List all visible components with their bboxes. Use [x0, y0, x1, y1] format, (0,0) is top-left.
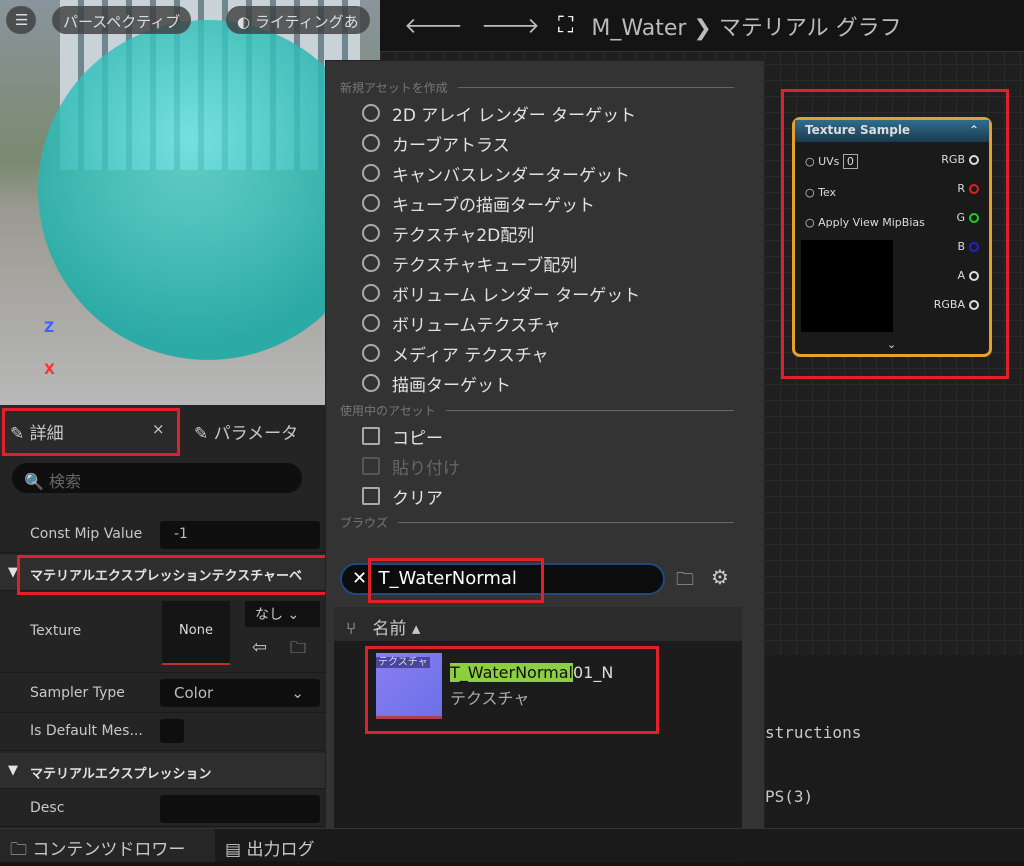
details-panel: ✎ 詳細 × ✎ パラメータ 🔍 検索 Const Mip Value -1 ▼ マテ…	[0, 405, 325, 828]
hamburger-icon[interactable]: ☰	[6, 6, 36, 34]
menu-item-create[interactable]: 描画ターゲット	[326, 368, 764, 398]
texture-slot[interactable]: None	[162, 601, 230, 665]
cube-icon	[362, 224, 380, 242]
menu-item-label: テクスチャキューブ配列	[392, 255, 578, 276]
column-header[interactable]: ⑂ 名前 ▴	[334, 607, 742, 641]
lighting-label: ライティングあ	[254, 13, 359, 31]
cube-icon	[362, 254, 380, 272]
checker-icon	[362, 134, 380, 152]
menu-item-label: ボリュームテクスチャ	[392, 315, 561, 336]
section-current: 使用中のアセット	[326, 399, 764, 421]
trash-icon	[362, 487, 380, 505]
breadcrumb: M_Water ❯ マテリアル グラフ	[591, 10, 901, 42]
breadcrumb-asset[interactable]: M_Water	[591, 16, 686, 41]
menu-item-create[interactable]: キャンバスレンダーターゲット	[326, 158, 764, 188]
section-browse: ブラウズ	[326, 511, 764, 533]
menu-item-create[interactable]: 2D アレイ レンダー ターゲット	[326, 98, 764, 128]
menu-item-create[interactable]: ボリュームテクスチャ	[326, 308, 764, 338]
folder-icon[interactable]: 🗀	[676, 567, 694, 597]
menu-item-create[interactable]: メディア テクスチャ	[326, 338, 764, 368]
menu-item-paste: 貼り付け	[326, 451, 764, 481]
breadcrumb-graph[interactable]: マテリアル グラフ	[719, 16, 902, 41]
axis-z: Z	[44, 320, 55, 336]
menu-item-create[interactable]: カーブアトラス	[326, 128, 764, 158]
menu-item-label: 2D アレイ レンダー ターゲット	[392, 105, 637, 126]
cube-icon	[362, 314, 380, 332]
cube-checker-icon	[362, 194, 380, 212]
highlight-box	[368, 558, 544, 603]
axis-x: X	[44, 362, 55, 378]
settings-icon[interactable]: ⚙	[711, 565, 729, 589]
default-mesh-row: Is Default Mes...	[0, 713, 325, 751]
menu-item-label: ボリューム レンダー ターゲット	[392, 285, 641, 306]
menu-item-create[interactable]: キューブの描画ターゲット	[326, 188, 764, 218]
menu-item-label: メディア テクスチャ	[392, 345, 549, 366]
default-mesh-checkbox[interactable]	[160, 719, 184, 743]
menu-item-label: キューブの描画ターゲット	[392, 195, 595, 216]
tv-icon	[362, 344, 380, 362]
highlight-box	[17, 555, 337, 595]
menu-item-label: テクスチャ2D配列	[392, 225, 535, 246]
checker-icon	[362, 164, 380, 182]
menu-item-clear[interactable]: クリア	[326, 481, 764, 511]
graph-toolbar: 🡐 🡒 ⛶ M_Water ❯ マテリアル グラフ	[380, 0, 1024, 52]
branch-icon: ⑂	[346, 619, 357, 639]
menu-item-copy[interactable]: コピー	[326, 421, 764, 451]
search-input[interactable]: 🔍 検索	[12, 463, 302, 493]
stats-line: PS(3)	[765, 787, 814, 806]
breadcrumb-separator: ❯	[693, 15, 712, 41]
perspective-button[interactable]: パースペクティブ	[52, 6, 192, 34]
arrow-left-icon[interactable]: 🡐	[404, 13, 463, 39]
tab-parameters[interactable]: ✎ パラメータ	[194, 419, 298, 444]
highlight-box	[781, 89, 1009, 379]
bottom-bar: 🗀 コンテンツドロワー ▤ 出力ログ	[0, 828, 1024, 862]
lighting-button[interactable]: ◐ ライティングあ	[226, 6, 370, 34]
section-create: 新規アセットを作成	[326, 76, 764, 98]
texture-dropdown[interactable]: なし ⌄	[245, 601, 320, 627]
highlight-box	[365, 646, 659, 734]
sampler-row: Sampler Type Color ⌄	[0, 675, 325, 713]
texture-row: Texture None なし ⌄ ⇦ 🗀	[0, 593, 325, 673]
sampler-dropdown[interactable]: Color ⌄	[160, 679, 320, 707]
output-log-button[interactable]: ▤ 出力ログ	[225, 835, 314, 860]
desc-input[interactable]	[160, 795, 320, 823]
desc-row: Desc	[0, 791, 325, 827]
category-expression[interactable]: ▼ マテリアルエクスプレッション	[0, 753, 325, 789]
arrow-right-icon[interactable]: 🡒	[481, 13, 540, 39]
menu-item-create[interactable]: テクスチャ2D配列	[326, 218, 764, 248]
highlight-box	[2, 408, 180, 456]
checker-icon	[362, 374, 380, 392]
cube-icon	[362, 284, 380, 302]
menu-item-create[interactable]: ボリューム レンダー ターゲット	[326, 278, 764, 308]
menu-item-label: キャンバスレンダーターゲット	[392, 165, 630, 186]
copy-icon	[362, 427, 380, 445]
asset-picker-menu: 新規アセットを作成 2D アレイ レンダー ターゲット カーブアトラスキャンバスレ…	[325, 60, 765, 862]
content-drawer-button[interactable]: 🗀 コンテンツドロワー	[0, 829, 215, 862]
const-mip-row: Const Mip Value -1	[0, 517, 325, 553]
clear-search-icon[interactable]: ✕	[352, 568, 367, 589]
menu-item-label: カーブアトラス	[392, 135, 510, 156]
use-selected-icon[interactable]: ⇦	[252, 637, 267, 658]
menu-item-create[interactable]: テクスチャキューブ配列	[326, 248, 764, 278]
paste-icon	[362, 457, 380, 475]
const-mip-input[interactable]: -1	[160, 521, 320, 549]
viewport[interactable]: ☰ パースペクティブ ◐ ライティングあ Z X	[0, 0, 380, 405]
cube-icon	[362, 104, 380, 122]
menu-item-label: 描画ターゲット	[392, 375, 511, 396]
browse-folder-icon[interactable]: 🗀	[290, 637, 306, 664]
stats-line: structions	[765, 723, 862, 742]
graph-icon: ⛶	[558, 13, 574, 38]
